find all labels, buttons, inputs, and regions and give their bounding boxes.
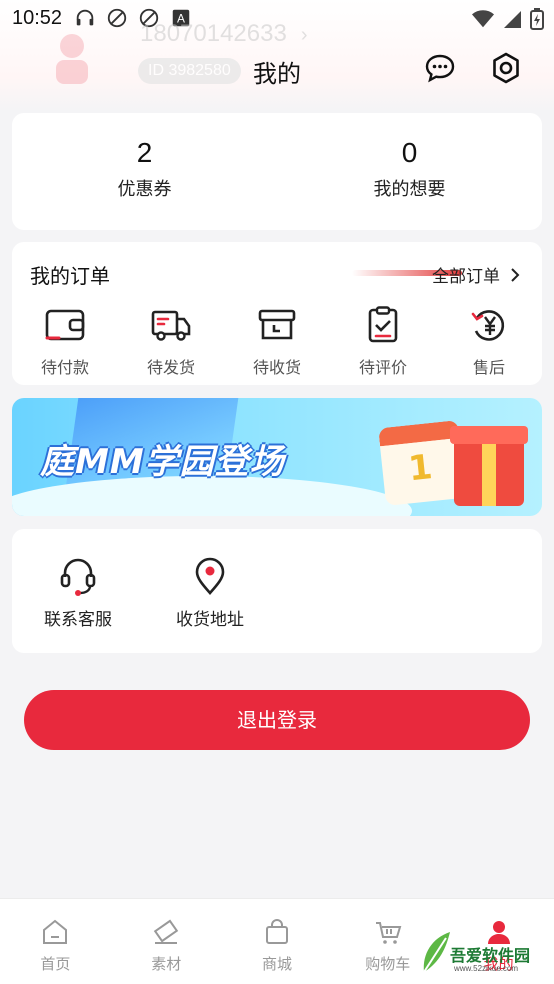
wishlist-count: 0 bbox=[401, 137, 418, 168]
cart-icon bbox=[375, 922, 402, 944]
order-pending-receipt[interactable]: 待收货 bbox=[224, 306, 330, 378]
box-icon bbox=[258, 309, 296, 340]
no-data-icon bbox=[107, 8, 127, 28]
tab-home-label: 首页 bbox=[40, 955, 71, 973]
order-pending-review-label: 待评价 bbox=[358, 358, 407, 377]
wishlist-label: 我的想要 bbox=[373, 179, 446, 200]
order-after-sales[interactable]: 售后 bbox=[436, 306, 542, 378]
order-pending-payment[interactable]: 待付款 bbox=[12, 306, 118, 378]
coupon-label: 优惠券 bbox=[117, 179, 172, 200]
watermark: 吾爱软件园 www.52zixue.com bbox=[420, 922, 550, 980]
watermark-url: www.52zixue.com bbox=[454, 964, 519, 973]
page-title: 我的 bbox=[253, 60, 301, 88]
message-icon[interactable] bbox=[424, 52, 456, 84]
services-card: 联系客服 收货地址 bbox=[12, 529, 542, 653]
material-icon bbox=[153, 919, 179, 944]
shipping-address-label: 收货地址 bbox=[176, 610, 244, 630]
order-pending-receipt-label: 待收货 bbox=[252, 358, 301, 377]
status-time: 10:52 bbox=[12, 6, 63, 29]
refund-yen-icon bbox=[471, 310, 505, 341]
coupon-count: 2 bbox=[136, 137, 153, 168]
shipping-address-entry[interactable]: 收货地址 bbox=[160, 555, 260, 630]
wishlist-stat[interactable]: 0 我的想要 bbox=[277, 113, 542, 230]
headset-icon bbox=[60, 558, 96, 596]
all-orders-link[interactable]: 全部订单 bbox=[432, 262, 520, 287]
coupon-stat[interactable]: 2 优惠券 bbox=[12, 113, 277, 230]
shopping-bag-icon bbox=[265, 919, 288, 944]
home-icon bbox=[43, 919, 68, 944]
order-pending-review[interactable]: 待评价 bbox=[330, 306, 436, 378]
order-pending-payment-label: 待付款 bbox=[40, 358, 89, 377]
customer-service-label: 联系客服 bbox=[44, 610, 112, 630]
tab-mall[interactable]: 商城 bbox=[222, 899, 333, 984]
stats-card: 2 优惠券 0 我的想要 bbox=[12, 113, 542, 230]
chevron-right-icon: › bbox=[300, 24, 308, 46]
tab-home[interactable]: 首页 bbox=[0, 899, 111, 984]
watermark-text: 吾爱软件园 bbox=[450, 946, 531, 965]
settings-icon[interactable] bbox=[490, 52, 522, 84]
chevron-right-icon bbox=[511, 267, 520, 282]
wifi-icon bbox=[472, 10, 494, 28]
tab-material-label: 素材 bbox=[151, 955, 182, 973]
clipboard-check-icon bbox=[368, 306, 398, 343]
promo-banner[interactable]: 庭MM学园登场 1 bbox=[12, 398, 542, 516]
truck-icon bbox=[151, 310, 191, 341]
customer-service-entry[interactable]: 联系客服 bbox=[28, 555, 128, 630]
wallet-icon bbox=[45, 309, 85, 341]
headphones-icon bbox=[76, 9, 94, 26]
banner-title: 庭MM学园登场 bbox=[40, 442, 285, 482]
profile-phone-text: 18070142633 bbox=[140, 20, 287, 47]
all-orders-label: 全部订单 bbox=[432, 267, 500, 287]
order-after-sales-label: 售后 bbox=[472, 358, 505, 377]
signal-icon bbox=[504, 11, 521, 28]
order-pending-shipment[interactable]: 待发货 bbox=[118, 306, 224, 378]
order-status-row: 待付款 待发货 待收货 待评价 售后 bbox=[12, 306, 542, 378]
orders-title: 我的订单 bbox=[30, 264, 110, 288]
profile-phone[interactable]: 18070142633 › bbox=[140, 20, 308, 48]
location-pin-icon bbox=[195, 557, 225, 595]
battery-icon bbox=[530, 8, 544, 30]
gift-box-graphic bbox=[450, 426, 528, 506]
tab-material[interactable]: 素材 bbox=[111, 899, 222, 984]
orders-card: 我的订单 全部订单 待付款 待发货 待收货 待评价 售后 bbox=[12, 242, 542, 385]
leaf-logo-icon bbox=[423, 932, 450, 973]
calendar-number: 1 bbox=[406, 447, 435, 490]
order-pending-shipment-label: 待发货 bbox=[146, 358, 195, 377]
logout-button[interactable]: 退出登录 bbox=[24, 690, 530, 750]
tab-mall-label: 商城 bbox=[261, 955, 292, 973]
